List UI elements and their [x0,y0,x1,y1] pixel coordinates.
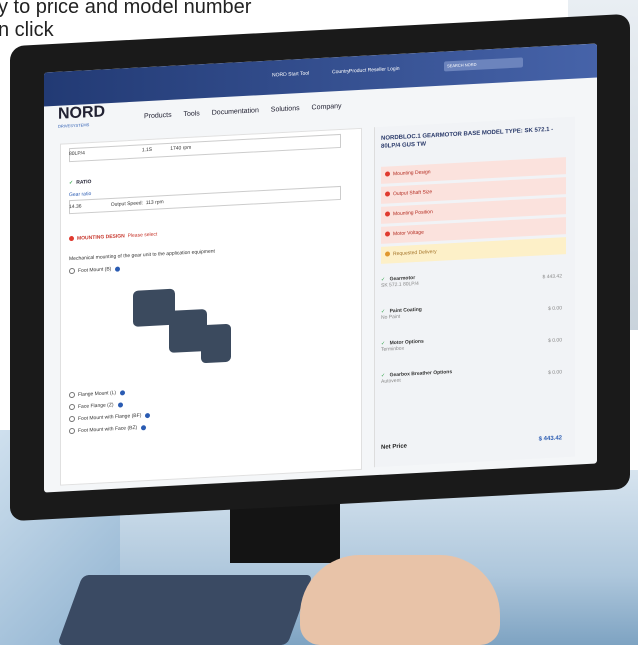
nav-documentation[interactable]: Documentation [212,107,259,116]
summary-item-motor-options[interactable]: ✓ Motor Options Terminbox $ 0.00 [381,331,566,352]
info-icon[interactable] [117,401,123,408]
output-speed-value: 113 rpm [145,199,164,207]
nord-logo[interactable]: NORD DRIVESYSTEMS [58,103,105,128]
logo-tagline: DRIVESYSTEMS [58,122,90,129]
mounting-design-description: Mechanical mounting of the gear unit to … [69,248,215,263]
keyboard [57,575,313,645]
net-price: Net Price $ 443.42 [381,435,566,451]
net-price-label: Net Price [381,443,408,451]
radio-icon[interactable] [69,427,75,435]
summary-panel: NORDBLOC.1 GEARMOTOR BASE MODEL TYPE: SK… [374,116,575,468]
nav-tools[interactable]: Tools [183,110,199,118]
ratio-select[interactable] [69,185,341,215]
nav-solutions[interactable]: Solutions [271,105,300,114]
summary-item-breather[interactable]: ✓ Gearbox Breather Options Autovent $ 0.… [381,363,566,385]
nav-company[interactable]: Company [312,103,342,112]
radio-icon[interactable] [69,391,75,399]
option-foot-mount[interactable]: Foot Mount (B) [69,265,121,275]
logo-text: NORD [58,103,106,123]
mounting-design-title: MOUNTING DESIGN Please select [69,232,157,243]
info-icon[interactable] [115,265,121,272]
configurator-panel: 80LP/4 1.1S 1740 rpm ✓ RATIO Gear ratio 1… [60,127,362,486]
radio-icon[interactable] [69,415,75,423]
country-selector[interactable]: Country [332,68,350,75]
warning-dot-icon [69,236,74,242]
screen: NORD Start Tool Country Product Reseller… [44,43,597,493]
ratio-value: 14.36 [69,203,82,211]
summary-title: NORDBLOC.1 GEARMOTOR BASE MODEL TYPE: SK… [381,126,554,150]
warning-dot-icon [385,231,390,237]
option-flange-mount[interactable]: Flange Mount (L) [69,389,126,399]
main-nav: Products Tools Documentation Solutions C… [144,102,352,120]
search-input[interactable]: SEARCH NORD [444,57,523,72]
gearmotor-image-3 [201,323,231,364]
radio-icon[interactable] [69,267,75,275]
summary-item-gearmotor[interactable]: ✓ Gearmotor SK 572.1 80LP/4 $ 443.42 [381,267,566,288]
store-link[interactable]: NORD Start Tool [272,71,309,79]
info-icon[interactable] [120,389,126,396]
mounting-design-note: Please select [127,231,158,240]
info-icon[interactable] [145,412,151,418]
login-link[interactable]: Product Reseller Login [349,66,400,75]
warning-dot-icon [385,171,390,177]
nav-products[interactable]: Products [144,112,172,120]
warning-dot-icon [385,251,390,257]
person-hand [300,555,500,645]
summary-item-paint[interactable]: ✓ Paint Coating No Paint $ 0.00 [381,299,566,320]
option-face-flange[interactable]: Face Flange (Z) [69,401,123,411]
warning-dot-icon [385,191,390,197]
caption-line-1: y to price and model number [0,0,252,18]
warning-dot-icon [385,211,390,217]
check-icon: ✓ [69,179,74,187]
option-foot-mount-face[interactable]: Foot Mount with Face (BZ) [69,424,147,435]
info-icon[interactable] [141,424,147,430]
net-price-value: $ 443.42 [538,435,562,443]
ratio-section-title: ✓ RATIO [69,179,92,187]
ratio-note: Gear ratio [69,191,92,199]
radio-icon[interactable] [69,403,75,411]
option-foot-mount-flange[interactable]: Foot Mount with Flange (BF) [69,412,151,423]
